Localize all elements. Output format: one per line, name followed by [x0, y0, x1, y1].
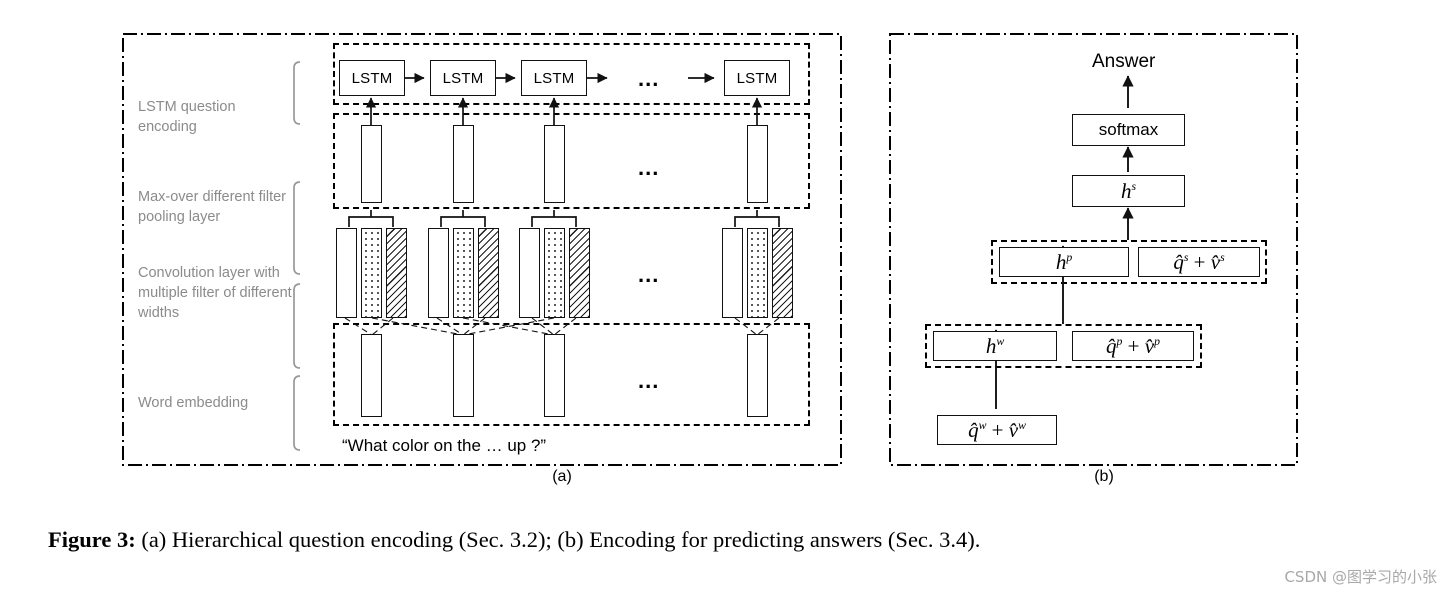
- lstm-cell-label: LSTM: [736, 69, 778, 87]
- node-h-p-label: hp: [1055, 249, 1073, 274]
- conv-bar-hatched-1: [386, 228, 407, 318]
- side-label-word-embedding: Word embedding: [138, 395, 249, 411]
- node-qs-vs-label: q̂s + v̂s: [1173, 249, 1225, 274]
- node-h-p-box[interactable]: hp: [999, 247, 1129, 277]
- conv-bar-dotted-2: [453, 228, 474, 318]
- lstm-cell-label: LSTM: [533, 69, 575, 87]
- conv-bar-hatched-2: [478, 228, 499, 318]
- conv-bar-dotted-4: [747, 228, 768, 318]
- pooled-bar-4: [747, 125, 768, 203]
- figure-3: LSTM LSTM LSTM LSTM ... ... ... ... “Wha…: [0, 0, 1451, 597]
- node-qp-vp-box[interactable]: q̂p + v̂p: [1072, 331, 1194, 361]
- group-embedding-row: [333, 323, 810, 426]
- side-label-max-over-pooling: Max-over different filter pooling layer: [138, 189, 287, 225]
- conv-bar-plain-3: [519, 228, 540, 318]
- figure-caption-label: Figure 3:: [48, 527, 136, 552]
- pooling-row-ellipsis: ...: [638, 155, 660, 180]
- embedding-bar-4: [747, 334, 768, 417]
- lstm-cell-label: LSTM: [351, 69, 393, 87]
- node-h-s-box[interactable]: hs: [1072, 175, 1185, 207]
- node-qs-vs-box[interactable]: q̂s + v̂s: [1138, 247, 1260, 277]
- lstm-cell-1[interactable]: LSTM: [339, 60, 405, 96]
- answer-label: Answer: [1092, 51, 1156, 72]
- pooled-bar-2: [453, 125, 474, 203]
- conv-bar-hatched-3: [569, 228, 590, 318]
- softmax-label: softmax: [1098, 120, 1159, 139]
- embedding-row-ellipsis: ...: [638, 368, 660, 393]
- watermark: CSDN @图学习的小张: [1284, 568, 1437, 586]
- figure-caption: Figure 3: (a) Hierarchical question enco…: [48, 527, 1408, 553]
- side-label-convolution-layer: Convolution layer with multiple filter o…: [138, 265, 292, 321]
- panel-b-sub-caption: (b): [1094, 468, 1114, 485]
- lstm-cell-4[interactable]: LSTM: [724, 60, 790, 96]
- convolution-row-ellipsis: ...: [638, 262, 660, 287]
- node-h-s-label: hs: [1120, 178, 1137, 203]
- conv-bar-plain-1: [336, 228, 357, 318]
- pooled-bar-1: [361, 125, 382, 203]
- conv-bar-dotted-3: [544, 228, 565, 318]
- node-qp-vp-label: q̂p + v̂p: [1106, 333, 1160, 358]
- conv-bar-plain-4: [722, 228, 743, 318]
- embedding-bar-3: [544, 334, 565, 417]
- conv-bar-dotted-1: [361, 228, 382, 318]
- lstm-cell-2[interactable]: LSTM: [430, 60, 496, 96]
- softmax-box[interactable]: softmax: [1072, 114, 1185, 146]
- lstm-cell-label: LSTM: [442, 69, 484, 87]
- conv-bar-hatched-4: [772, 228, 793, 318]
- node-h-w-label: hw: [985, 333, 1005, 358]
- lstm-cell-3[interactable]: LSTM: [521, 60, 587, 96]
- question-words-row: “What color on the … up ?”: [342, 436, 547, 455]
- embedding-bar-2: [453, 334, 474, 417]
- pooled-bar-3: [544, 125, 565, 203]
- conv-bar-plain-2: [428, 228, 449, 318]
- side-label-lstm-question-encoding: LSTM question encoding: [138, 99, 236, 135]
- panel-a-sub-caption: (a): [552, 468, 572, 485]
- node-qw-vw-box[interactable]: q̂w + v̂w: [937, 415, 1057, 445]
- embedding-bar-1: [361, 334, 382, 417]
- lstm-row-ellipsis: ...: [638, 66, 660, 91]
- node-qw-vw-label: q̂w + v̂w: [968, 417, 1026, 442]
- node-h-w-box[interactable]: hw: [933, 331, 1057, 361]
- figure-caption-text: (a) Hierarchical question encoding (Sec.…: [135, 527, 981, 552]
- group-pooling-row: [333, 113, 810, 209]
